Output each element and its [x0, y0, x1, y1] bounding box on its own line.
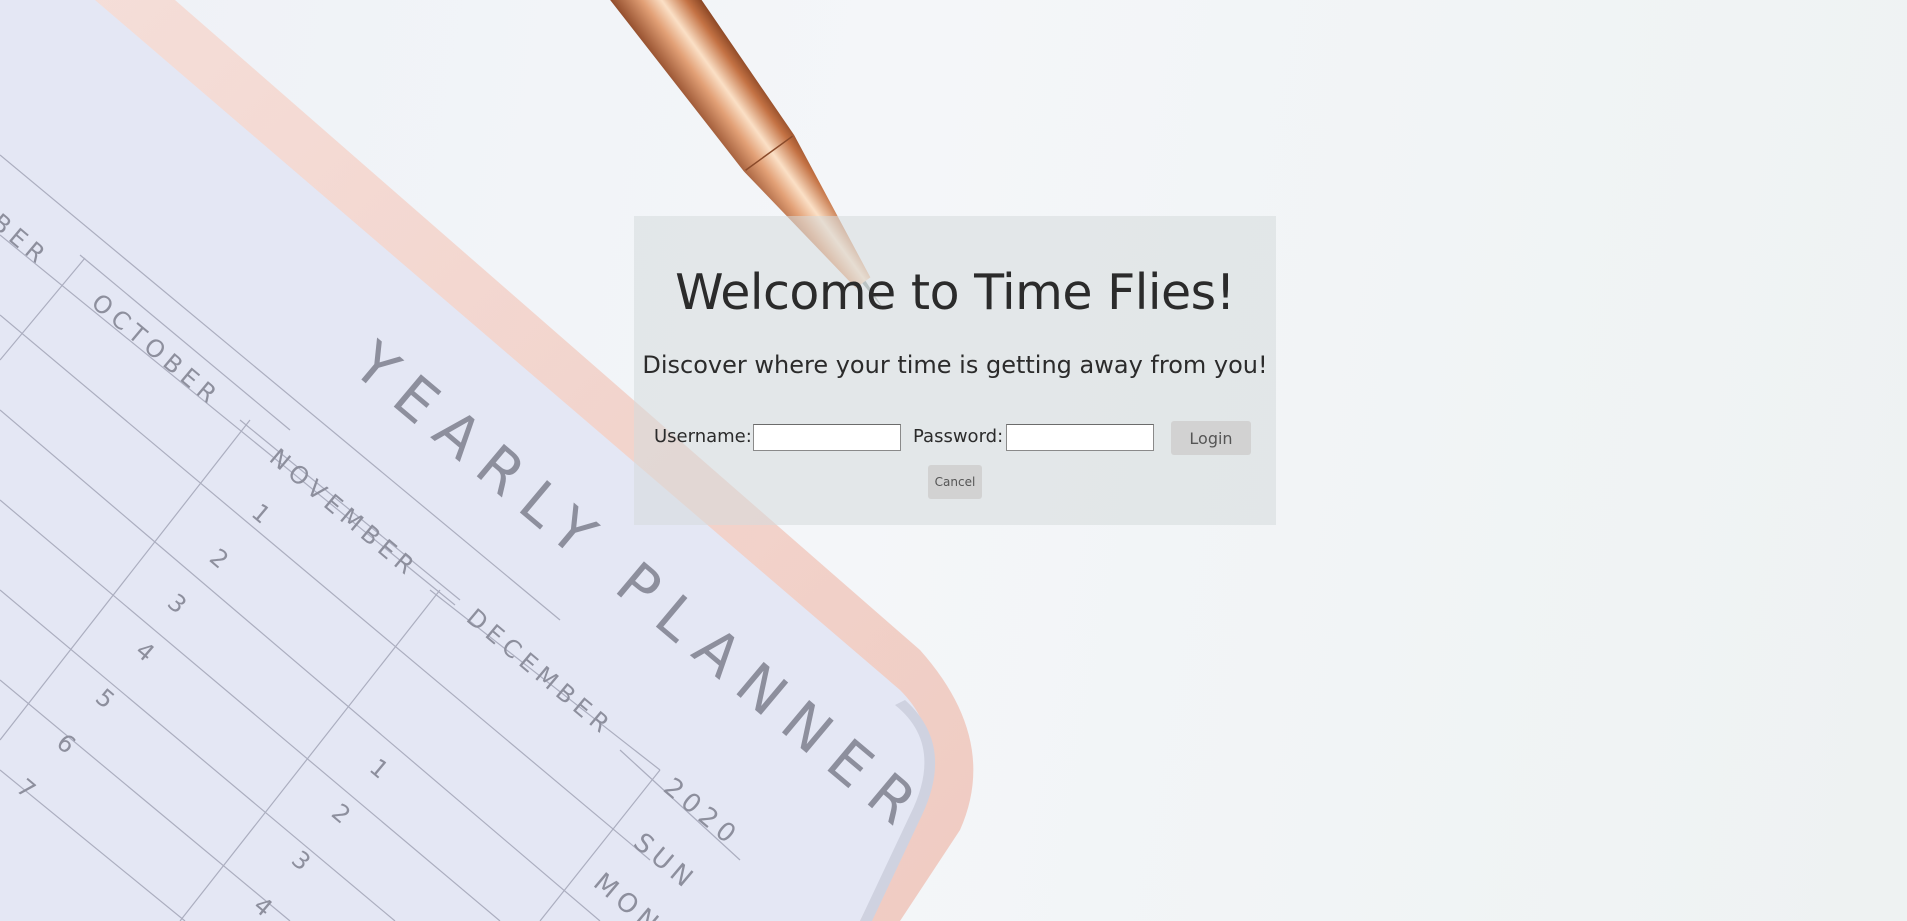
username-label: Username:	[654, 426, 752, 447]
login-button[interactable]: Login	[1171, 421, 1251, 455]
login-form: Username: Password: Login	[634, 420, 1276, 455]
page-subtitle: Discover where your time is getting away…	[642, 351, 1268, 379]
username-input[interactable]	[753, 424, 901, 451]
login-panel: Welcome to Time Flies! Discover where yo…	[634, 216, 1276, 525]
password-input[interactable]	[1006, 424, 1154, 451]
page-title: Welcome to Time Flies!	[675, 264, 1235, 321]
cancel-button[interactable]: Cancel	[928, 465, 982, 499]
password-label: Password:	[913, 426, 1004, 447]
